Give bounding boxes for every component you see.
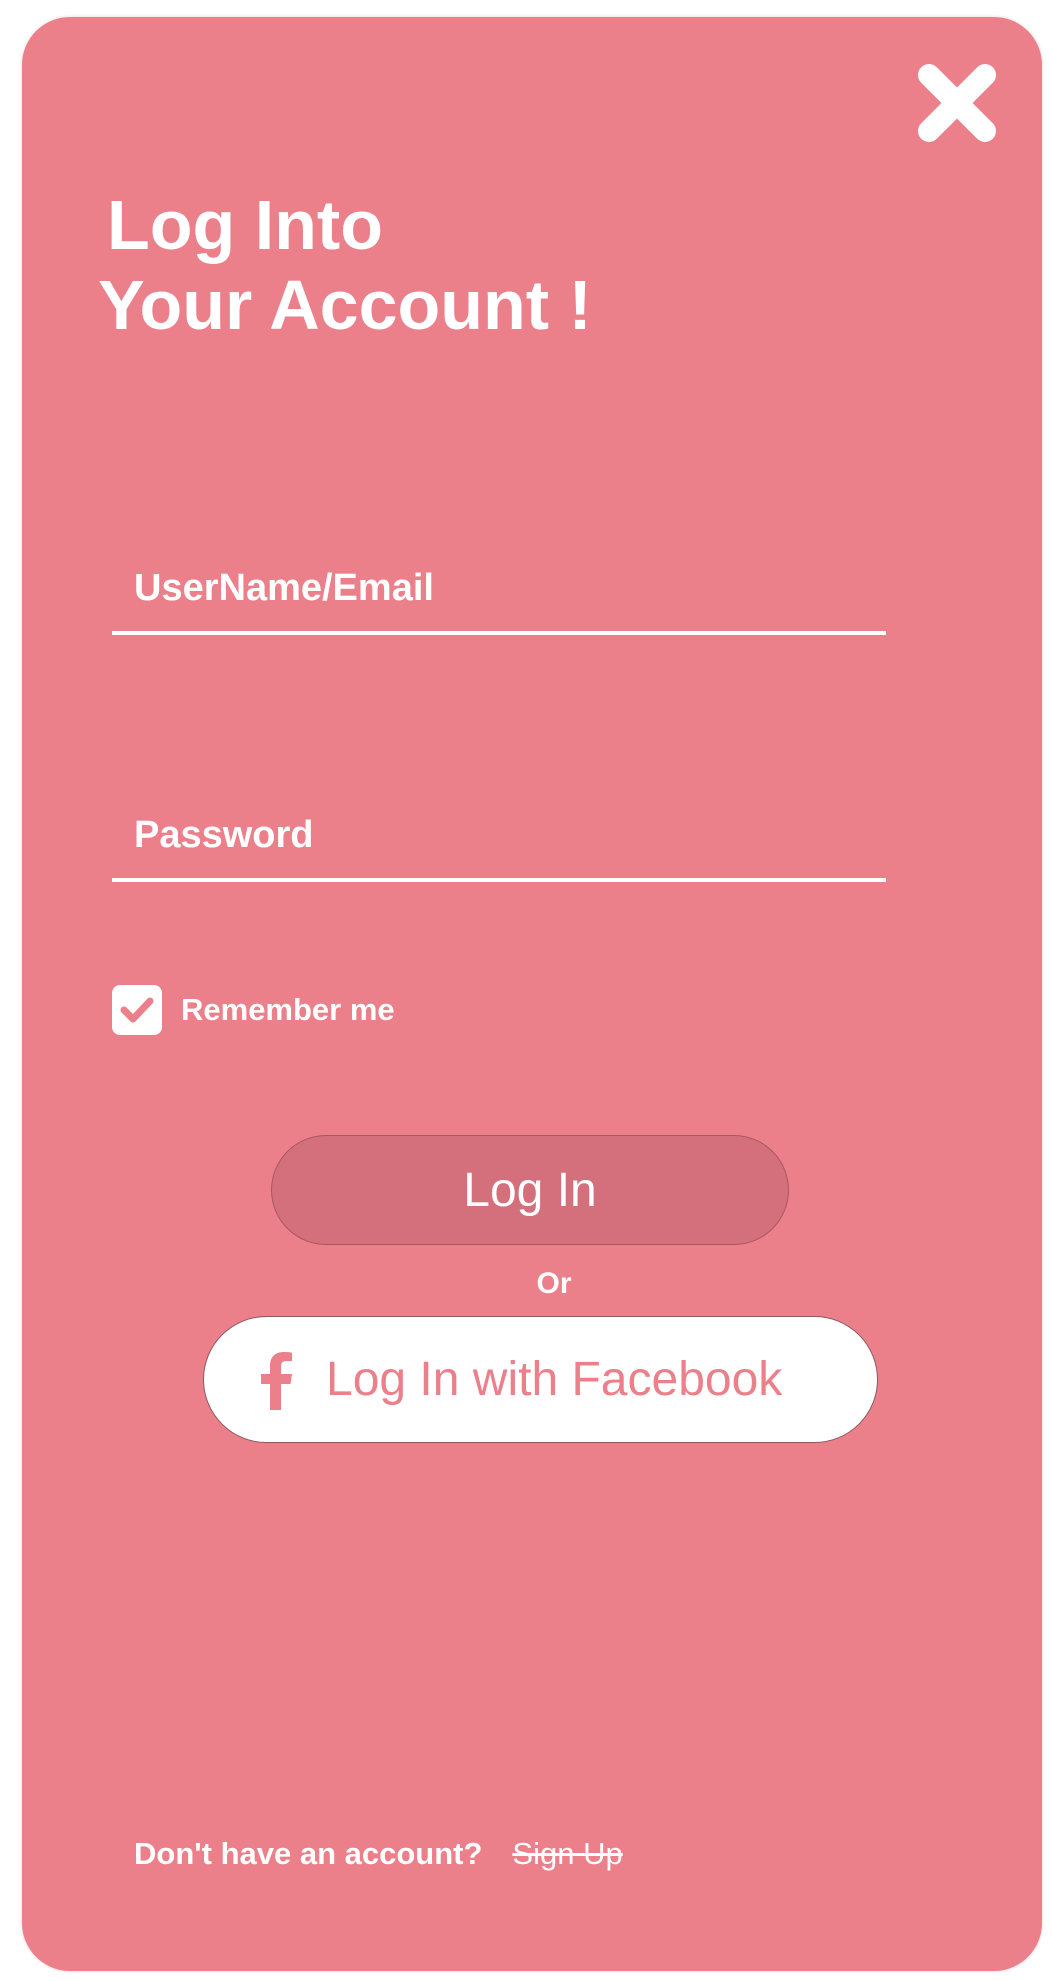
- facebook-login-label: Log In with Facebook: [326, 1353, 783, 1406]
- username-input[interactable]: [112, 553, 886, 623]
- or-separator: Or: [536, 1267, 572, 1300]
- facebook-login-button[interactable]: Log In with Facebook: [203, 1316, 878, 1443]
- checkmark-icon: [120, 997, 154, 1023]
- close-button[interactable]: [915, 61, 999, 145]
- sign-up-link[interactable]: Sign Up: [504, 1836, 630, 1872]
- remember-me-row: Remember me: [112, 984, 395, 1036]
- username-field: [112, 553, 886, 635]
- signup-prompt: Don't have an account? Sign Up: [134, 1836, 631, 1872]
- remember-me-label[interactable]: Remember me: [181, 992, 395, 1028]
- password-input[interactable]: [112, 800, 886, 870]
- close-icon[interactable]: [915, 61, 999, 145]
- no-account-text: Don't have an account?: [134, 1836, 483, 1871]
- password-underline: [112, 878, 886, 882]
- username-underline: [112, 631, 886, 635]
- login-button[interactable]: Log In: [271, 1135, 789, 1245]
- facebook-icon: [261, 1351, 292, 1410]
- title-line-2: Your Account !: [98, 266, 592, 344]
- password-field: [112, 800, 886, 882]
- remember-me-checkbox[interactable]: [112, 985, 162, 1035]
- page-title: Log Into Your Account !: [98, 185, 592, 345]
- title-line-1: Log Into: [107, 186, 384, 264]
- login-dialog: Log Into Your Account ! Remember me Log …: [22, 17, 1042, 1971]
